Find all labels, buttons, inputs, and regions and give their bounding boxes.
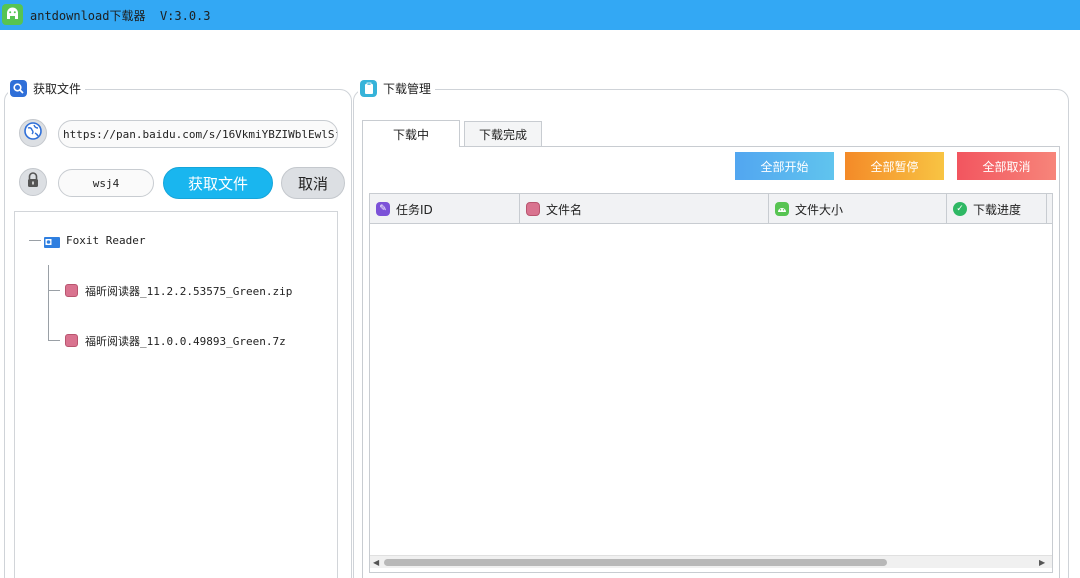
column-label: 下载进度 (973, 202, 1022, 217)
app-version: V:3.0.3 (159, 9, 211, 23)
clipboard-icon (360, 80, 377, 97)
scrollbar-thumb[interactable] (384, 559, 887, 566)
tree-connector (48, 265, 49, 340)
android-icon (775, 202, 789, 216)
column-header-file-name[interactable]: 文件名 (520, 194, 769, 224)
file-icon (65, 284, 78, 297)
start-all-button[interactable]: 全部开始 (735, 152, 834, 180)
column-label: 文件名 (546, 202, 583, 217)
lock-button[interactable] (19, 168, 47, 196)
fetch-files-title: 获取文件 (33, 82, 82, 96)
fetch-files-button[interactable]: 获取文件 (163, 167, 273, 199)
column-header-file-size[interactable]: 文件大小 (769, 194, 947, 224)
download-manager-header: 下载管理 (358, 80, 436, 97)
tab-downloading[interactable]: 下载中 (362, 120, 460, 147)
cancel-all-button[interactable]: 全部取消 (957, 152, 1056, 180)
globe-icon (23, 121, 43, 145)
file-tree: Foxit Reader 福昕阅读器_11.2.2.53575_Green.zi… (14, 211, 338, 578)
password-input[interactable]: wsj4 (58, 169, 154, 197)
tree-connector (48, 340, 60, 341)
scroll-right-arrow-icon[interactable]: ▶ (1039, 558, 1045, 567)
app-name: antdownload下载器 (30, 9, 146, 23)
tree-item[interactable]: 福昕阅读器_11.0.0.49893_Green.7z (85, 333, 286, 349)
scroll-left-arrow-icon[interactable]: ◀ (373, 558, 379, 567)
window-title: antdownload下载器 V:3.0.3 (30, 7, 211, 24)
url-input[interactable]: https://pan.baidu.com/s/16VkmiYBZIWblEwl… (58, 120, 338, 148)
tree-root-label[interactable]: Foxit Reader (66, 234, 145, 247)
folder-icon[interactable] (44, 234, 60, 253)
column-label: 任务ID (396, 202, 433, 217)
edit-icon: ✎ (376, 202, 390, 216)
app-logo-icon (2, 4, 23, 25)
lock-icon (24, 171, 42, 193)
download-manager-title: 下载管理 (383, 82, 432, 96)
fetch-files-header: 获取文件 (8, 80, 86, 97)
tree-item[interactable]: 福昕阅读器_11.2.2.53575_Green.zip (85, 283, 292, 299)
table-header: ✎ 任务ID 文件名 文件大小 ✓ 下载进度 (370, 194, 1052, 224)
column-header-progress[interactable]: ✓ 下载进度 (947, 194, 1047, 224)
task-table: ✎ 任务ID 文件名 文件大小 ✓ 下载进度 ◀ ▶ (369, 193, 1053, 573)
column-header-task-id[interactable]: ✎ 任务ID (370, 194, 520, 224)
title-bar: antdownload下载器 V:3.0.3 (0, 0, 1080, 30)
url-input-value: https://pan.baidu.com/s/16VkmiYBZIWblEwl… (63, 127, 338, 141)
file-icon (526, 202, 540, 216)
pause-all-button[interactable]: 全部暂停 (845, 152, 944, 180)
tree-connector (29, 240, 41, 241)
horizontal-scrollbar[interactable]: ◀ ▶ (370, 555, 1052, 568)
link-button[interactable] (19, 119, 47, 147)
file-icon (65, 334, 78, 347)
column-label: 文件大小 (795, 202, 844, 217)
password-input-value: wsj4 (92, 176, 120, 190)
cancel-button[interactable]: 取消 (281, 167, 345, 199)
check-icon: ✓ (953, 202, 967, 216)
tab-completed[interactable]: 下载完成 (464, 121, 542, 147)
tree-connector (48, 290, 60, 291)
search-icon (10, 80, 27, 97)
